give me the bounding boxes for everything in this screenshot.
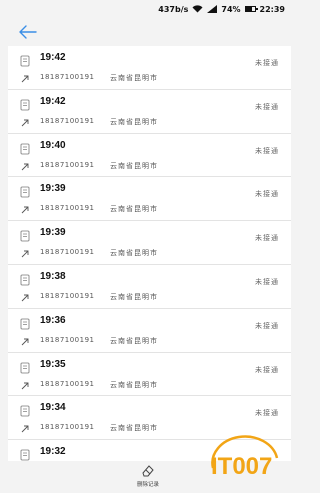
phone-location: 云南省昆明市 (110, 424, 158, 433)
outgoing-call-icon (21, 119, 29, 127)
phone-location: 云南省昆明市 (110, 380, 158, 389)
network-speed: 437b/s (158, 4, 189, 14)
phone-number: 18187100191 (40, 160, 95, 169)
call-time: 19:42 (40, 52, 66, 63)
call-record-icon (20, 55, 30, 67)
phone-number: 18187100191 (40, 379, 95, 388)
call-record-row[interactable]: 19:42 18187100191 云南省昆明市 未接通 (8, 90, 291, 134)
call-status: 未接通 (255, 190, 279, 199)
call-time: 19:36 (40, 314, 66, 326)
outgoing-call-icon (21, 294, 29, 302)
phone-number: 18187100191 (40, 116, 95, 125)
call-record-row[interactable]: 19:35 18187100191 云南省昆明市 未接通 (8, 353, 291, 397)
call-record-row[interactable]: 19:42 18187100191 云南省昆明市 未接通 (8, 46, 291, 90)
outgoing-call-icon (21, 75, 29, 83)
phone-number: 18187100191 (40, 423, 95, 432)
call-record-list: 19:42 18187100191 云南省昆明市 未接通 19:42 18187… (8, 46, 291, 461)
call-time: 19:40 (40, 139, 66, 151)
watermark-text: IT007 (211, 453, 272, 480)
back-arrow-icon[interactable] (14, 22, 40, 42)
call-record-icon (20, 274, 30, 286)
signal-icon (207, 5, 218, 13)
clock: 22:39 (259, 4, 285, 14)
call-status: 未接通 (255, 146, 279, 155)
eraser-icon (142, 465, 154, 477)
call-status: 未接通 (255, 102, 279, 111)
call-record-icon (20, 449, 30, 461)
phone-location: 云南省昆明市 (110, 161, 158, 170)
call-record-icon (20, 362, 30, 373)
call-record-row[interactable]: 19:36 18187100191 云南省昆明市 未接通 (8, 309, 291, 353)
call-status: 未接通 (255, 59, 279, 67)
delete-records-button[interactable]: 删除记录 (128, 463, 168, 491)
call-record-row[interactable]: 19:40 18187100191 云南省昆明市 未接通 (8, 134, 291, 178)
call-time: 19:34 (40, 402, 66, 414)
outgoing-call-icon (21, 163, 29, 170)
delete-records-label: 删除记录 (136, 482, 159, 488)
call-record-icon (20, 318, 30, 330)
call-record-icon (20, 405, 30, 417)
call-record-icon (20, 230, 30, 242)
header (0, 18, 291, 46)
call-time: 19:32 (40, 446, 66, 458)
phone-location: 云南省昆明市 (110, 74, 158, 82)
phone-number: 18187100191 (40, 73, 95, 81)
call-time: 19:35 (40, 358, 66, 370)
outgoing-call-icon (21, 206, 29, 214)
wifi-icon (192, 5, 203, 13)
phone-number: 18187100191 (40, 291, 95, 300)
battery-percent: 74% (221, 4, 241, 14)
call-record-row[interactable]: 19:39 18187100191 云南省昆明市 未接通 (8, 221, 291, 265)
phone-location: 云南省昆明市 (110, 249, 158, 258)
call-time: 19:39 (40, 183, 66, 195)
call-time: 19:39 (40, 227, 66, 239)
call-status: 未接通 (255, 321, 279, 330)
outgoing-call-icon (21, 250, 29, 258)
status-bar: 437b/s 74% 22:39 (0, 0, 291, 18)
call-record-icon (20, 143, 30, 154)
phone-location: 云南省昆明市 (110, 336, 158, 345)
phone-number: 18187100191 (40, 335, 95, 344)
call-status: 未接通 (255, 277, 279, 286)
call-time: 19:38 (40, 270, 66, 282)
outgoing-call-icon (21, 382, 29, 389)
phone-location: 云南省昆明市 (110, 292, 158, 301)
outgoing-call-icon (21, 425, 29, 433)
call-record-row[interactable]: 19:39 18187100191 云南省昆明市 未接通 (8, 177, 291, 222)
phone-number: 18187100191 (40, 248, 95, 257)
outgoing-call-icon (21, 338, 29, 346)
phone-number: 18187100191 (40, 204, 95, 213)
call-record-row[interactable]: 19:38 18187100191 云南省昆明市 未接通 (8, 265, 291, 309)
call-status: 未接通 (255, 365, 279, 374)
phone-location: 云南省昆明市 (110, 205, 158, 214)
battery-icon (244, 6, 258, 12)
call-time: 19:42 (40, 95, 66, 107)
phone-location: 云南省昆明市 (110, 117, 158, 126)
call-record-icon (20, 186, 30, 198)
call-log-screen: 437b/s 74% 22:39 19:42 18187100191 云南省昆明… (0, 0, 291, 493)
call-status: 未接通 (255, 409, 279, 418)
call-status: 未接通 (255, 234, 279, 243)
call-record-icon (20, 99, 30, 111)
it007-watermark-logo: IT007 (211, 435, 279, 480)
